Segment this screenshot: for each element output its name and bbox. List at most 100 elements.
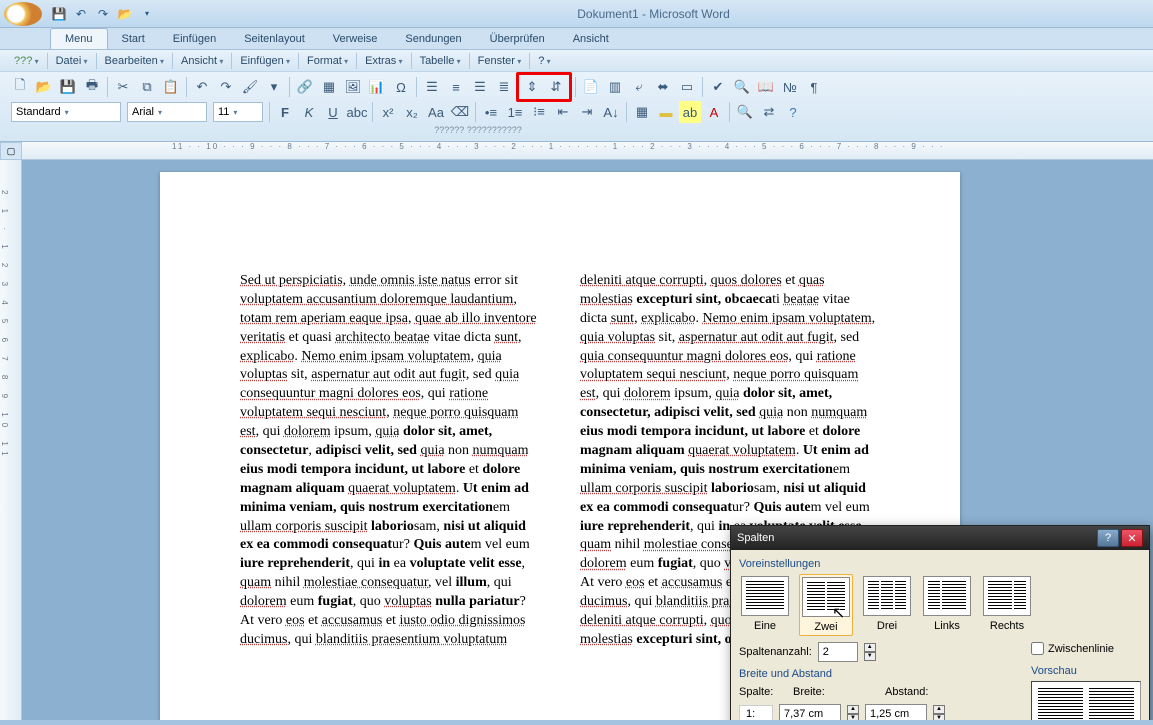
preset-one[interactable]: Eine <box>739 574 791 636</box>
superscript-icon[interactable]: x² <box>377 101 399 123</box>
divider-checkbox[interactable] <box>1031 642 1044 655</box>
num-cols-input[interactable] <box>818 642 858 662</box>
spellcheck-icon[interactable]: ✔ <box>707 76 729 98</box>
find-icon[interactable]: 🔍 <box>734 101 756 123</box>
line-spacing-up-icon[interactable]: ⇕ <box>521 76 543 98</box>
format-painter-icon[interactable]: 🖌 <box>239 76 261 98</box>
tab-menu[interactable]: Menu <box>50 28 108 49</box>
hyperlink-icon[interactable]: 🔗 <box>294 76 316 98</box>
office-button[interactable] <box>4 2 42 26</box>
align-left-icon[interactable]: ☰ <box>421 76 443 98</box>
menu-bearbeiten[interactable]: Bearbeiten <box>99 53 170 69</box>
strikethrough-icon[interactable]: abc <box>346 101 368 123</box>
paste-icon[interactable]: 📋 <box>160 76 182 98</box>
shading-icon[interactable]: ▬ <box>655 101 677 123</box>
open-icon[interactable]: 📂 <box>116 5 134 23</box>
table-insert-icon[interactable]: ▦ <box>318 76 340 98</box>
ruler-vertical[interactable]: 2 1 · 1 2 3 4 5 6 7 8 9 10 11 <box>0 160 22 720</box>
tab-sendungen[interactable]: Sendungen <box>391 29 475 49</box>
font-color-icon[interactable]: A <box>703 101 725 123</box>
align-center-icon[interactable]: ≡ <box>445 76 467 98</box>
research-icon[interactable]: 🔍 <box>731 76 753 98</box>
breaks-icon[interactable]: ⤶ <box>628 76 650 98</box>
size-combo[interactable]: 11▾ <box>213 102 263 122</box>
align-justify-icon[interactable]: ≣ <box>493 76 515 98</box>
row1-width-spin[interactable]: ▲▼ <box>847 705 859 720</box>
tab-seitenlayout[interactable]: Seitenlayout <box>230 29 319 49</box>
row1-gap-spin[interactable]: ▲▼ <box>933 705 945 720</box>
cut-icon[interactable]: ✂ <box>112 76 134 98</box>
undo2-icon[interactable]: ↶ <box>191 76 213 98</box>
open-doc-icon[interactable]: 📂 <box>33 76 55 98</box>
row1-gap-input[interactable] <box>865 704 927 720</box>
preset-three[interactable]: Drei <box>861 574 913 636</box>
change-case-icon[interactable]: Aa <box>425 101 447 123</box>
word-count-icon[interactable]: № <box>779 76 801 98</box>
preset-two-label: Zwei <box>814 621 837 633</box>
orientation-icon[interactable]: ⬌ <box>652 76 674 98</box>
ruler-horizontal[interactable]: 11 · · 10 · · · 9 · · · 8 · · · 7 · · · … <box>22 142 1153 160</box>
style-combo[interactable]: Standard▾ <box>11 102 121 122</box>
underline-button[interactable]: U <box>322 101 344 123</box>
bullets-icon[interactable]: •≡ <box>480 101 502 123</box>
qat-dropdown-icon[interactable]: ▾ <box>138 5 156 23</box>
zoom-dropdown-icon[interactable]: ▾ <box>263 76 285 98</box>
margins-icon[interactable]: ▭ <box>676 76 698 98</box>
tab-ueberpruefen[interactable]: Überprüfen <box>476 29 559 49</box>
dialog-close-button[interactable]: ✕ <box>1121 529 1143 547</box>
preset-two[interactable]: Zwei ↖ <box>799 574 853 636</box>
new-icon[interactable]: 🗋 <box>9 76 31 98</box>
dialog-help-button[interactable]: ? <box>1097 529 1119 547</box>
align-right-icon[interactable]: ☰ <box>469 76 491 98</box>
numbering-icon[interactable]: 1≡ <box>504 101 526 123</box>
font-combo[interactable]: Arial▾ <box>127 102 207 122</box>
preset-left[interactable]: Links <box>921 574 973 636</box>
tab-start[interactable]: Start <box>108 29 159 49</box>
tab-verweise[interactable]: Verweise <box>319 29 392 49</box>
redo-icon[interactable]: ↷ <box>94 5 112 23</box>
tab-einfuegen[interactable]: Einfügen <box>159 29 230 49</box>
chart-icon[interactable]: 📊 <box>366 76 388 98</box>
highlight-icon[interactable]: ab <box>679 101 701 123</box>
symbol-icon[interactable]: Ω <box>390 76 412 98</box>
menu-ansicht[interactable]: Ansicht <box>175 53 229 69</box>
sort-icon[interactable]: A↓ <box>600 101 622 123</box>
hint-dropdown[interactable]: ??? <box>8 53 45 69</box>
save-icon[interactable]: 💾 <box>50 5 68 23</box>
thesaurus-icon[interactable]: 📖 <box>755 76 777 98</box>
print-icon[interactable]: 🖶 <box>81 76 103 98</box>
italic-button[interactable]: K <box>298 101 320 123</box>
menu-help[interactable]: ? <box>532 53 556 69</box>
replace-icon[interactable]: ⇄ <box>758 101 780 123</box>
columns-icon[interactable]: ▥ <box>604 76 626 98</box>
menu-format[interactable]: Format <box>301 53 354 69</box>
save-doc-icon[interactable]: 💾 <box>57 76 79 98</box>
indent-inc-icon[interactable]: ⇥ <box>576 101 598 123</box>
dialog-titlebar[interactable]: Spalten ? ✕ <box>731 526 1149 550</box>
line-spacing-down-icon[interactable]: ⇵ <box>545 76 567 98</box>
menu-einfuegen[interactable]: Einfügen <box>234 53 296 69</box>
preset-right[interactable]: Rechts <box>981 574 1033 636</box>
bold-button[interactable]: F <box>274 101 296 123</box>
indent-dec-icon[interactable]: ⇤ <box>552 101 574 123</box>
multilevel-icon[interactable]: ⁝≡ <box>528 101 550 123</box>
ruler-corner[interactable]: ▢ <box>0 142 22 160</box>
menu-extras[interactable]: Extras <box>359 53 408 69</box>
clear-format-icon[interactable]: ⌫ <box>449 101 471 123</box>
subscript-icon[interactable]: x₂ <box>401 101 423 123</box>
menu-fenster[interactable]: Fenster <box>472 53 528 69</box>
page-setup-icon[interactable]: 📄 <box>580 76 602 98</box>
copy-icon[interactable]: ⧉ <box>136 76 158 98</box>
row1-width-input[interactable] <box>779 704 841 720</box>
menu-tabelle[interactable]: Tabelle <box>414 53 467 69</box>
show-marks-icon[interactable]: ¶ <box>803 76 825 98</box>
help-icon[interactable]: ? <box>782 101 804 123</box>
tab-ansicht[interactable]: Ansicht <box>559 29 623 49</box>
borders-icon[interactable]: ▦ <box>631 101 653 123</box>
image-icon[interactable]: 🖼 <box>342 76 364 98</box>
redo2-icon[interactable]: ↷ <box>215 76 237 98</box>
undo-icon[interactable]: ↶ <box>72 5 90 23</box>
ruler-h-marks: 11 · · 10 · · · 9 · · · 8 · · · 7 · · · … <box>172 142 945 151</box>
menu-datei[interactable]: Datei <box>50 53 94 69</box>
num-cols-spinner[interactable]: ▲▼ <box>864 643 876 661</box>
